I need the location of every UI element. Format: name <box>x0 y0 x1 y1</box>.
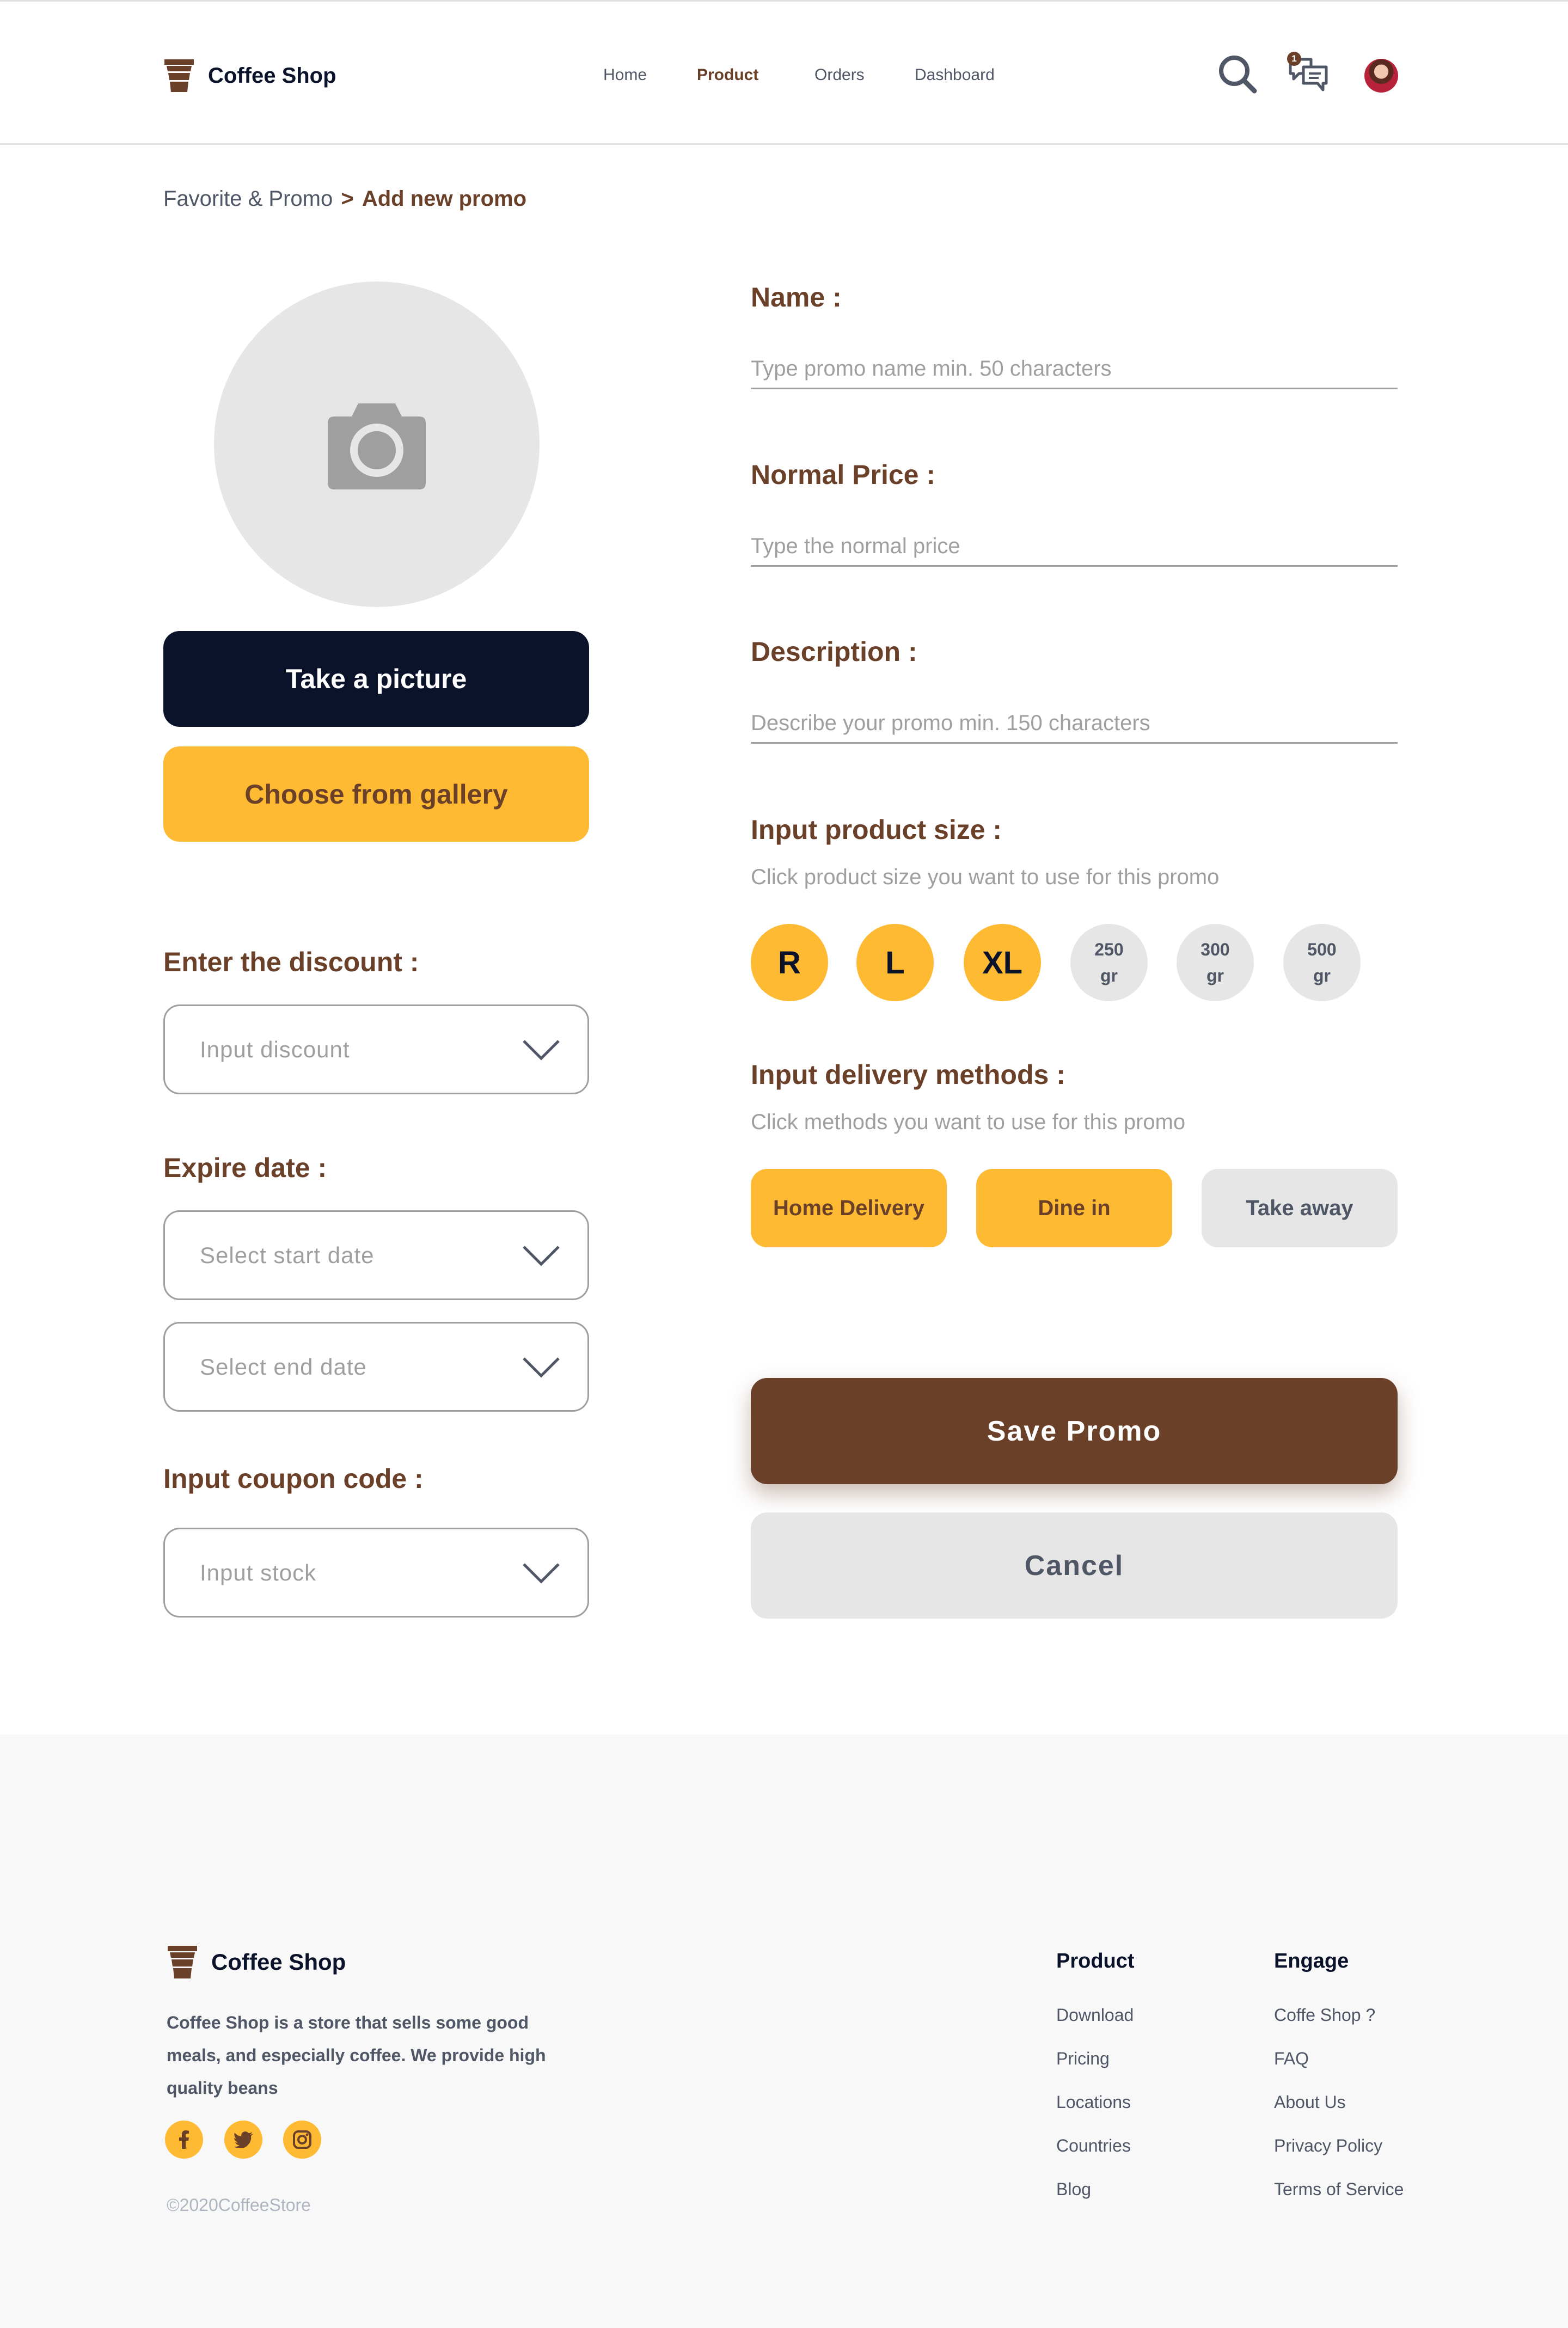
method-take-away[interactable]: Take away <box>1202 1169 1398 1247</box>
footer-link-faq[interactable]: FAQ <box>1274 2049 1309 2069</box>
size-option-label: R <box>778 945 801 981</box>
avatar[interactable] <box>1364 59 1398 93</box>
nav-product[interactable]: Product <box>697 66 758 84</box>
size-option-label: XL <box>982 945 1023 981</box>
chat-badge: 1 <box>1287 52 1301 66</box>
twitter-button[interactable] <box>224 2121 262 2159</box>
end-date-select[interactable]: Select end date <box>163 1322 589 1412</box>
nav-home[interactable]: Home <box>603 66 647 84</box>
name-input[interactable] <box>751 350 1398 389</box>
size-option-l[interactable]: L <box>856 924 934 1001</box>
delivery-hint: Click methods you want to use for this p… <box>751 1110 1186 1134</box>
size-hint: Click product size you want to use for t… <box>751 865 1220 889</box>
choose-gallery-button[interactable]: Choose from gallery <box>163 746 589 842</box>
footer-link-blog[interactable]: Blog <box>1056 2179 1091 2200</box>
method-home-delivery[interactable]: Home Delivery <box>751 1169 947 1247</box>
discount-select[interactable]: Input discount <box>163 1004 589 1094</box>
breadcrumb: Favorite & Promo > Add new promo <box>163 187 526 211</box>
breadcrumb-current: Add new promo <box>362 187 527 211</box>
size-option-r[interactable]: R <box>751 924 828 1001</box>
footer-link-terms[interactable]: Terms of Service <box>1274 2179 1404 2200</box>
copyright: ©2020CoffeeStore <box>167 2195 311 2215</box>
footer-link-locations[interactable]: Locations <box>1056 2092 1131 2112</box>
footer-brand[interactable]: Coffee Shop <box>167 1945 346 1980</box>
size-value: 300 <box>1200 940 1230 959</box>
search-icon[interactable] <box>1217 54 1258 94</box>
size-option-label: 500 gr <box>1307 936 1336 989</box>
twitter-icon <box>234 2131 253 2148</box>
chevron-down-icon <box>523 1039 560 1061</box>
facebook-icon <box>179 2130 189 2149</box>
page: Coffee Shop Home Product Orders Dashboar… <box>0 0 1568 2328</box>
cancel-button[interactable]: Cancel <box>751 1512 1398 1619</box>
size-option-label: 250 gr <box>1094 936 1123 989</box>
footer-brand-name: Coffee Shop <box>211 1949 346 1975</box>
footer-link-download[interactable]: Download <box>1056 2005 1134 2025</box>
breadcrumb-parent[interactable]: Favorite & Promo <box>163 187 333 211</box>
method-dine-in[interactable]: Dine in <box>976 1169 1172 1247</box>
size-option-label: L <box>885 945 905 981</box>
coffee-cup-logo-icon <box>164 59 194 92</box>
size-value: 250 <box>1094 940 1124 959</box>
delivery-label: Input delivery methods : <box>751 1059 1065 1090</box>
footer-description: Coffee Shop is a store that sells some g… <box>167 2013 546 2098</box>
header: Coffee Shop Home Product Orders Dashboar… <box>0 0 1568 145</box>
coupon-placeholder: Input stock <box>200 1559 317 1585</box>
price-label: Normal Price : <box>751 460 936 490</box>
price-input[interactable] <box>751 527 1398 567</box>
promo-photo-placeholder[interactable] <box>214 281 540 607</box>
size-option-250gr[interactable]: 250 gr <box>1070 924 1148 1001</box>
size-value: 500 <box>1307 940 1337 959</box>
start-date-select[interactable]: Select start date <box>163 1210 589 1300</box>
footer-link-coffe-shop[interactable]: Coffe Shop ? <box>1274 2005 1375 2025</box>
discount-label: Enter the discount : <box>163 947 419 977</box>
size-option-500gr[interactable]: 500 gr <box>1283 924 1361 1001</box>
discount-placeholder: Input discount <box>200 1036 350 1062</box>
footer-engage-title: Engage <box>1274 1950 1349 1972</box>
footer-link-about-us[interactable]: About Us <box>1274 2092 1346 2112</box>
footer-product-title: Product <box>1056 1950 1135 1972</box>
instagram-icon <box>293 2130 311 2149</box>
brand[interactable]: Coffee Shop <box>163 58 336 93</box>
brand-name: Coffee Shop <box>208 63 336 88</box>
chevron-down-icon <box>523 1245 560 1266</box>
camera-icon <box>328 403 426 489</box>
nav-dashboard[interactable]: Dashboard <box>915 66 995 84</box>
size-option-label: 300 gr <box>1200 936 1229 989</box>
description-input[interactable] <box>751 704 1398 744</box>
breadcrumb-separator: > <box>341 187 354 211</box>
size-unit: gr <box>1313 966 1331 985</box>
description-label: Description : <box>751 636 917 667</box>
footer-link-countries[interactable]: Countries <box>1056 2136 1131 2156</box>
footer-link-pricing[interactable]: Pricing <box>1056 2049 1110 2069</box>
coupon-label: Input coupon code : <box>163 1463 424 1494</box>
end-date-placeholder: Select end date <box>200 1353 367 1380</box>
chevron-down-icon <box>523 1563 560 1584</box>
size-option-xl[interactable]: XL <box>964 924 1041 1001</box>
facebook-button[interactable] <box>165 2121 203 2159</box>
save-promo-button[interactable]: Save Promo <box>751 1378 1398 1484</box>
chevron-down-icon <box>523 1357 560 1378</box>
start-date-placeholder: Select start date <box>200 1242 375 1268</box>
size-unit: gr <box>1206 966 1224 985</box>
size-unit: gr <box>1100 966 1118 985</box>
coffee-cup-logo-icon <box>168 1946 197 1978</box>
expire-label: Expire date : <box>163 1153 327 1183</box>
size-option-300gr[interactable]: 300 gr <box>1177 924 1254 1001</box>
coupon-select[interactable]: Input stock <box>163 1528 589 1618</box>
instagram-button[interactable] <box>283 2121 321 2159</box>
name-label: Name : <box>751 282 842 313</box>
take-picture-button[interactable]: Take a picture <box>163 631 589 727</box>
chat-button[interactable]: 1 <box>1287 52 1331 94</box>
nav-orders[interactable]: Orders <box>814 66 865 84</box>
footer-link-privacy-policy[interactable]: Privacy Policy <box>1274 2136 1382 2156</box>
size-label: Input product size : <box>751 814 1002 845</box>
